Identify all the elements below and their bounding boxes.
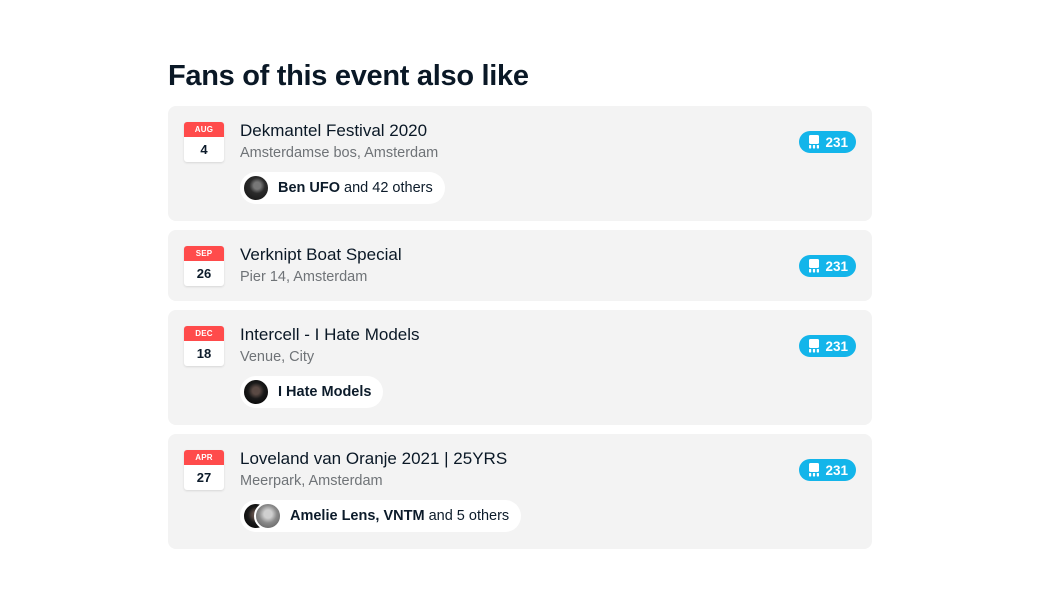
fans-pill[interactable]: Ben UFO and 42 others — [240, 172, 445, 204]
avatar — [254, 502, 282, 530]
date-badge: SEP 26 — [184, 246, 224, 286]
event-venue: Pier 14, Amsterdam — [240, 269, 368, 285]
date-month: SEP — [184, 246, 224, 261]
avatar — [242, 378, 270, 406]
date-day: 26 — [196, 266, 212, 281]
date-month: APR — [184, 450, 224, 465]
fans-pill[interactable]: I Hate Models — [240, 376, 384, 408]
date-badge: APR 27 — [184, 450, 224, 490]
event-title[interactable]: Dekmantel Festival 2020 — [240, 120, 762, 142]
date-day: 4 — [200, 142, 208, 157]
event-card[interactable]: SEP 26 Verknipt Boat Special Pier 14, Am… — [168, 230, 872, 301]
interest-count-badge: 231 — [799, 131, 856, 153]
avatar-group — [242, 502, 282, 530]
interest-count-badge: 231 — [799, 335, 856, 357]
interest-count-badge: 231 — [799, 255, 856, 277]
fan-names: I Hate Models — [278, 384, 372, 400]
date-day: 27 — [196, 470, 212, 485]
event-info: Verknipt Boat Special Pier 14, Amsterdam — [240, 244, 762, 288]
avatar-group — [242, 378, 270, 406]
event-title[interactable]: Loveland van Oranje 2021 | 25YRS — [240, 448, 762, 470]
fans-pill[interactable]: Amelie Lens, VNTM and 5 others — [240, 500, 522, 532]
ticket-stack-icon — [809, 135, 820, 149]
ticket-stack-icon — [809, 259, 820, 273]
interest-count: 231 — [825, 258, 848, 274]
event-venue: Venue, City — [240, 349, 315, 365]
event-card[interactable]: DEC 18 Intercell - I Hate Models Venue, … — [168, 310, 872, 425]
event-card[interactable]: APR 27 Loveland van Oranje 2021 | 25YRS … — [168, 434, 872, 549]
event-card[interactable]: AUG 4 Dekmantel Festival 2020 Amsterdams… — [168, 106, 872, 221]
date-badge: DEC 18 — [184, 326, 224, 366]
date-month: DEC — [184, 326, 224, 341]
event-venue: Amsterdamse bos, Amsterdam — [240, 145, 439, 161]
fan-names: Amelie Lens, VNTM — [290, 508, 425, 524]
fans-also-like-section: Fans of this event also like AUG 4 Dekma… — [168, 58, 872, 558]
event-info: Dekmantel Festival 2020 Amsterdamse bos,… — [240, 120, 762, 207]
date-month: AUG — [184, 122, 224, 137]
event-info: Intercell - I Hate Models Venue, City I … — [240, 324, 762, 411]
fan-names: Ben UFO — [278, 180, 341, 196]
event-title[interactable]: Intercell - I Hate Models — [240, 324, 762, 346]
date-badge: AUG 4 — [184, 122, 224, 162]
ticket-stack-icon — [809, 463, 820, 477]
section-title: Fans of this event also like — [168, 60, 529, 92]
interest-count-badge: 231 — [799, 459, 856, 481]
ticket-stack-icon — [809, 339, 820, 353]
interest-count: 231 — [825, 462, 848, 478]
event-venue: Meerpark, Amsterdam — [240, 473, 383, 489]
interest-count: 231 — [825, 134, 848, 150]
event-info: Loveland van Oranje 2021 | 25YRS Meerpar… — [240, 448, 762, 535]
fan-others-count: and 42 others — [344, 180, 433, 196]
avatar-group — [242, 174, 270, 202]
avatar — [242, 174, 270, 202]
fan-others-count: and 5 others — [428, 508, 510, 524]
event-title[interactable]: Verknipt Boat Special — [240, 244, 762, 266]
date-day: 18 — [196, 346, 212, 361]
interest-count: 231 — [825, 338, 848, 354]
